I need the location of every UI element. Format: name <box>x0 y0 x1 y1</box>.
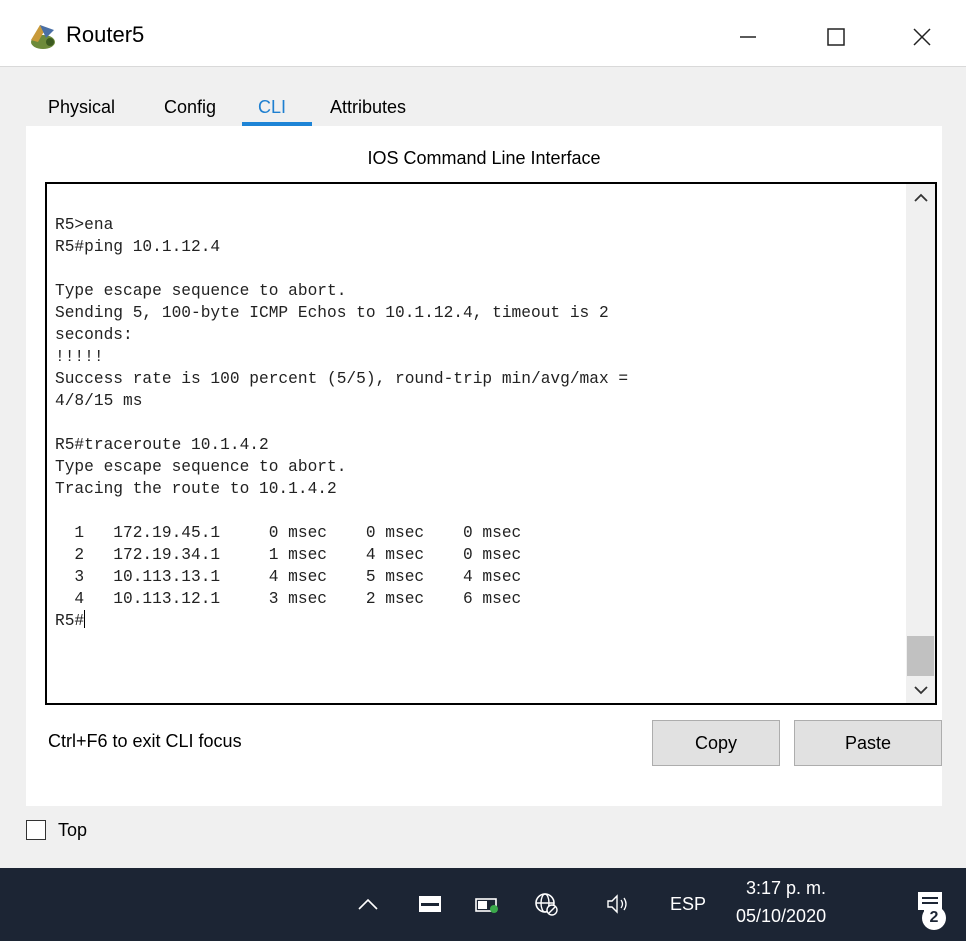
network-icon <box>535 893 558 916</box>
window-title: Router5 <box>66 22 145 47</box>
terminal-line: R5#traceroute 10.1.4.2 <box>55 436 269 454</box>
chevron-up-icon <box>913 193 928 202</box>
keyboard-tray-button[interactable] <box>410 884 450 924</box>
minimize-button[interactable] <box>718 14 778 60</box>
close-button[interactable] <box>892 14 952 60</box>
terminal-line: 1 172.19.45.1 0 msec 0 msec 0 msec <box>55 524 522 542</box>
terminal-line: Tracing the route to 10.1.4.2 <box>55 480 337 498</box>
volume-tray-button[interactable] <box>598 884 638 924</box>
keyboard-icon <box>419 896 441 912</box>
scroll-down-button[interactable] <box>906 677 935 703</box>
scroll-thumb[interactable] <box>907 636 934 676</box>
minimize-icon <box>740 36 756 38</box>
terminal-line: Type escape sequence to abort. <box>55 458 347 476</box>
maximize-button[interactable] <box>806 14 866 60</box>
terminal-line: !!!!! <box>55 348 104 366</box>
terminal-line: 2 172.19.34.1 1 msec 4 msec 0 msec <box>55 546 522 564</box>
chevron-up-icon <box>358 898 378 910</box>
tab-attributes[interactable]: Attributes <box>330 97 406 127</box>
cli-terminal[interactable]: R5>ena R5#ping 10.1.12.4 Type escape seq… <box>45 182 937 705</box>
battery-tray-button[interactable] <box>468 884 508 924</box>
volume-icon <box>607 894 627 914</box>
top-checkbox[interactable] <box>26 820 46 840</box>
terminal-prompt: R5# <box>55 612 85 630</box>
tab-physical[interactable]: Physical <box>48 97 115 127</box>
terminal-line: 4 10.113.12.1 3 msec 2 msec 6 msec <box>55 590 522 608</box>
battery-icon <box>475 898 498 913</box>
terminal-line: R5>ena <box>55 216 114 234</box>
terminal-scrollbar[interactable] <box>906 184 935 703</box>
terminal-line: Type escape sequence to abort. <box>55 282 347 300</box>
exit-cli-hint: Ctrl+F6 to exit CLI focus <box>48 731 242 751</box>
cli-header: IOS Command Line Interface <box>367 148 601 168</box>
maximize-icon <box>827 28 845 46</box>
clock-date[interactable]: 05/10/2020 <box>736 906 826 927</box>
terminal-line: seconds: <box>55 326 133 344</box>
network-tray-button[interactable] <box>526 884 566 924</box>
copy-button[interactable]: Copy <box>652 720 780 766</box>
show-hidden-icons-button[interactable] <box>350 884 386 924</box>
chevron-down-icon <box>913 686 928 695</box>
terminal-output: R5>ena R5#ping 10.1.12.4 Type escape seq… <box>55 214 628 632</box>
close-icon <box>913 28 931 46</box>
terminal-line: Sending 5, 100-byte ICMP Echos to 10.1.1… <box>55 304 609 322</box>
clock-time[interactable]: 3:17 p. m. <box>746 878 826 899</box>
tab-config[interactable]: Config <box>164 97 216 127</box>
terminal-line: Success rate is 100 percent (5/5), round… <box>55 370 629 388</box>
top-checkbox-label: Top <box>58 820 88 840</box>
router-icon <box>26 20 58 52</box>
terminal-line: 4/8/15 ms <box>55 392 143 410</box>
text-cursor <box>84 610 86 628</box>
paste-button[interactable]: Paste <box>794 720 942 766</box>
scroll-up-button[interactable] <box>906 184 935 212</box>
notification-count-badge: 2 <box>922 906 946 930</box>
terminal-line: 3 10.113.13.1 4 msec 5 msec 4 msec <box>55 568 522 586</box>
input-language-button[interactable]: ESP <box>662 884 714 924</box>
terminal-line: R5#ping 10.1.12.4 <box>55 238 221 256</box>
